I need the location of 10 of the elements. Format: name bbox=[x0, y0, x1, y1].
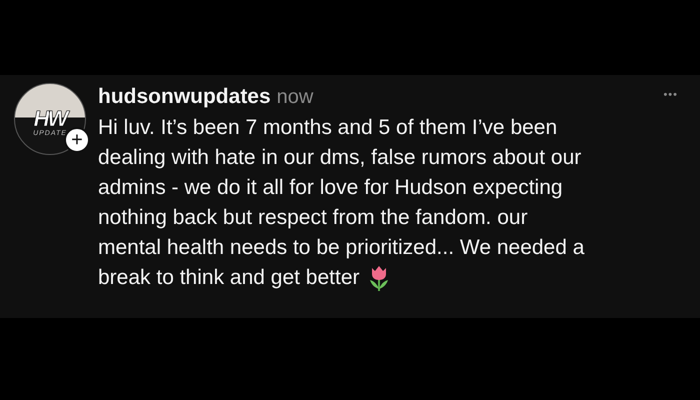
tulip-icon bbox=[368, 265, 390, 291]
post-text-line: break to think and get better bbox=[98, 265, 360, 291]
more-button[interactable]: ••• bbox=[663, 89, 678, 101]
post-text-line: nothing back but respect from the fandom. our bbox=[98, 205, 528, 231]
post-text-line: admins - we do it all for love for Hudson expecting bbox=[98, 175, 563, 201]
post-text-line: Hi luv. It’s been 7 months and 5 of them I’ve been bbox=[98, 115, 558, 141]
post-text-line: dealing with hate in our dms, false rumors about our bbox=[98, 145, 582, 171]
post-time: now bbox=[276, 86, 314, 109]
username[interactable]: hudsonwupdates bbox=[98, 85, 271, 109]
post-text-line: mental health needs to be prioritized... We needed a bbox=[98, 235, 584, 261]
